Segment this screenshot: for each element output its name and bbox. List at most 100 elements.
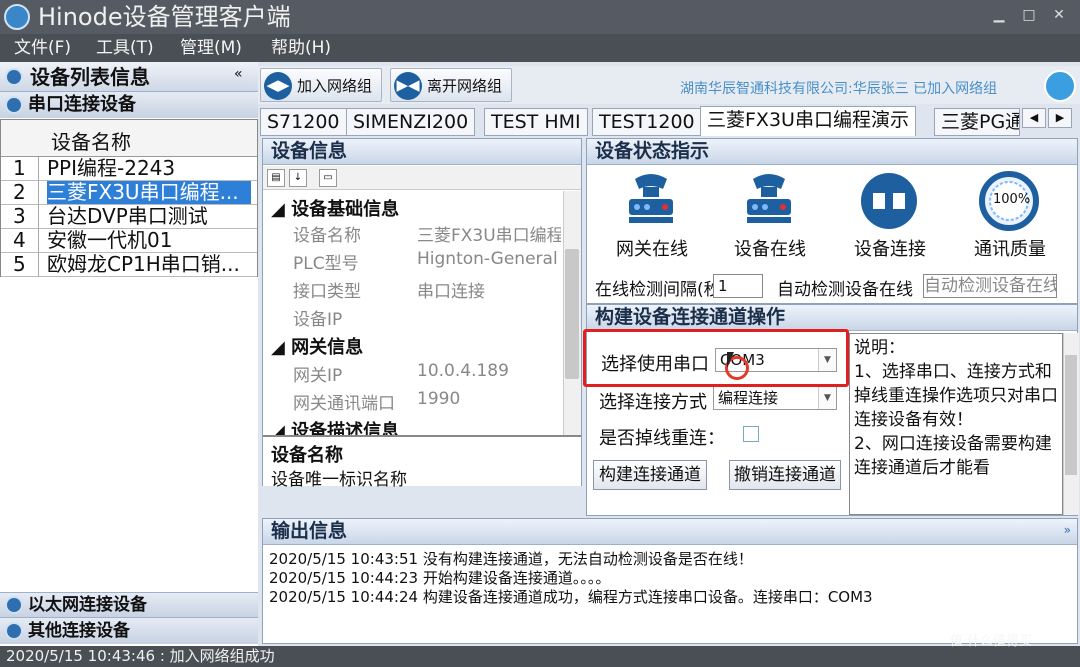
grid-header: 设备名称: [1, 120, 257, 157]
build-channel-title: 构建设备连接通道操作: [587, 305, 1077, 331]
device-list-title: 设备列表信息: [30, 65, 150, 89]
leave-group-button[interactable]: ▶◀ 离开网络组: [390, 68, 512, 102]
interval-label: 在线检测间隔(秒): [595, 280, 713, 300]
other-section-label: 其他连接设备: [28, 621, 130, 641]
tab-s71200[interactable]: S71200: [260, 108, 347, 136]
interval-input[interactable]: 1: [713, 274, 763, 298]
table-row[interactable]: 5 欧姆龙CP1H串口销...: [1, 253, 257, 277]
maximize-button[interactable]: □: [1020, 6, 1038, 24]
prop-value[interactable]: 串口连接: [417, 277, 561, 302]
category-basic-label: 设备基础信息: [291, 199, 400, 220]
list-icon: [5, 68, 23, 86]
device-info-panel: 设备信息 ▤ ↓ ▭ ◢ 设备基础信息 设备名称 三菱FX3U串口编程演示 PL…: [262, 138, 582, 490]
menu-tools[interactable]: 工具(T): [96, 34, 154, 62]
property-pages-icon[interactable]: ▭: [319, 169, 337, 187]
build-channel-button[interactable]: 构建连接通道: [593, 460, 707, 490]
device-grid: 设备名称 1 PPI编程-2243 2 三菱FX3U串口编程... 3 台达DV…: [0, 119, 258, 277]
log-line: 2020/5/15 10:43:51 没有构建连接通道，无法自动检测设备是否在线…: [269, 550, 753, 568]
leave-label: 离开网络组: [427, 77, 503, 95]
chevron-down-icon[interactable]: »: [1064, 523, 1071, 537]
prop-key: 设备名称: [293, 226, 361, 246]
prop-key: 网关IP: [293, 366, 343, 386]
sort-az-icon[interactable]: ↓: [289, 169, 307, 187]
device-online-indicator: 设备在线: [717, 171, 817, 261]
row-number: 1: [1, 157, 39, 181]
device-list-header: 设备列表信息 «: [0, 62, 258, 92]
categorized-icon[interactable]: ▤: [267, 169, 285, 187]
other-section-header[interactable]: 其他连接设备: [0, 617, 258, 644]
prop-value[interactable]: 三菱FX3U串口编程演示: [417, 221, 561, 246]
app-logo-icon: [4, 4, 30, 30]
category-gateway[interactable]: ◢ 网关信息: [271, 333, 363, 359]
category-basic[interactable]: ◢ 设备基础信息: [271, 195, 399, 221]
menu-file[interactable]: 文件(F): [14, 34, 71, 62]
join-group-button[interactable]: ◀▶ 加入网络组: [260, 68, 382, 102]
table-row[interactable]: 1 PPI编程-2243: [1, 157, 257, 181]
prop-key: PLC型号: [293, 254, 359, 274]
menu-help[interactable]: 帮助(H): [271, 34, 331, 62]
menu-manage[interactable]: 管理(M): [180, 34, 242, 62]
chevron-down-icon: [5, 596, 23, 614]
tab-mitsubishi-pg[interactable]: 三菱PG通: [934, 108, 1020, 136]
description-text: 设备唯一标识名称: [271, 470, 407, 490]
log-line: 2020/5/15 10:44:23 开始构建设备连接通道。。。。: [269, 569, 611, 587]
row-device-name: 台达DVP串口测试: [47, 204, 208, 228]
chevron-up-icon: [5, 96, 23, 114]
row-device-name: 安徽一代机01: [47, 228, 173, 252]
tab-test1200[interactable]: TEST1200: [592, 108, 702, 136]
method-select-value: 编程连接: [718, 389, 779, 407]
connection-plug-icon: [861, 173, 917, 229]
toolbar: ◀▶ 加入网络组 ▶◀ 离开网络组 湖南华辰智通科技有限公司:华辰张三 已加入网…: [258, 66, 1080, 104]
menu-bar: 文件(F) 工具(T) 管理(M) 帮助(H): [0, 34, 1080, 62]
serial-section-header[interactable]: 串口连接设备: [0, 92, 258, 118]
status-panel: 设备状态指示 网关在线 设备在线 设备连接 100% 通讯质量 在线检测间隔(秒…: [586, 138, 1078, 304]
collapse-triangle-icon: ◢: [271, 337, 292, 358]
device-online-label: 设备在线: [734, 239, 806, 260]
method-select[interactable]: 编程连接 ▼: [713, 386, 837, 410]
gateway-online-label: 网关在线: [616, 239, 688, 260]
tab-scroll-right-button[interactable]: ▶: [1048, 108, 1072, 128]
collapse-triangle-icon: ◢: [271, 199, 292, 220]
note-scroll-thumb[interactable]: [1065, 355, 1077, 475]
close-button[interactable]: ✕: [1050, 6, 1068, 24]
tab-scroll-left-button[interactable]: ◀: [1022, 108, 1046, 128]
cancel-channel-button[interactable]: 撤销连接通道: [729, 460, 841, 490]
property-scroll-thumb[interactable]: [565, 249, 579, 379]
prop-value[interactable]: 1990: [417, 389, 561, 409]
device-list-panel: 设备列表信息 « 串口连接设备 设备名称 1 PPI编程-2243 2 三菱FX…: [0, 62, 258, 646]
leave-icon: ▶◀: [394, 72, 422, 100]
row-number: 5: [1, 253, 39, 277]
row-number: 2: [1, 181, 39, 205]
device-tabs: S71200 SIMENZI200 TEST HMI TEST1200 三菱FX…: [258, 106, 1080, 136]
category-description[interactable]: ◢ 设备描述信息: [271, 417, 399, 435]
grid-header-label[interactable]: 设备名称: [51, 126, 131, 155]
status-title: 设备状态指示: [587, 139, 1077, 165]
ethernet-section-header[interactable]: 以太网连接设备: [0, 592, 258, 617]
tab-simenzi200[interactable]: SIMENZI200: [346, 108, 476, 136]
description-title: 设备名称: [271, 445, 343, 466]
prop-value[interactable]: 10.0.4.189: [417, 361, 561, 381]
table-row-selected[interactable]: 2 三菱FX3U串口编程...: [1, 181, 257, 205]
reconnect-checkbox[interactable]: [743, 426, 759, 442]
window-title: Hinode设备管理客户端: [38, 3, 291, 31]
collapse-panel-button[interactable]: «: [234, 66, 243, 82]
minimize-button[interactable]: ▁: [990, 6, 1008, 24]
prop-value[interactable]: Hignton-General: [417, 249, 561, 269]
device-connect-indicator: 设备连接: [837, 171, 937, 261]
user-avatar-icon[interactable]: [1044, 70, 1076, 102]
note-text: 说明： 1、选择串口、连接方式和掉线重连操作选项只对串口连接设备有效！ 2、网口…: [849, 333, 1063, 515]
status-bar: 2020/5/15 10:43:46 : 加入网络组成功: [0, 646, 1080, 667]
quality-percent: 100%: [993, 192, 1031, 207]
row-device-name: PPI编程-2243: [47, 156, 176, 180]
table-row[interactable]: 3 台达DVP串口测试: [1, 205, 257, 229]
ethernet-section-label: 以太网连接设备: [28, 595, 147, 615]
table-row[interactable]: 4 安徽一代机01: [1, 229, 257, 253]
tab-test-hmi[interactable]: TEST HMI: [484, 108, 588, 136]
tab-mitsubishi-fx3u[interactable]: 三菱FX3U串口编程演示: [700, 106, 916, 136]
auto-detect-field[interactable]: 自动检测设备在线: [923, 274, 1057, 298]
note-content: 说明： 1、选择串口、连接方式和掉线重连操作选项只对串口连接设备有效！ 2、网口…: [854, 338, 1058, 478]
build-options: 选择使用串口 COM3 ▼ 选择连接方式 编程连接 ▼ 是否掉线重连： 构建连接…: [583, 329, 849, 517]
reconnect-label: 是否掉线重连：: [599, 428, 725, 449]
chevron-down-icon[interactable]: ▼: [818, 387, 836, 409]
gateway-router-icon: [629, 174, 673, 223]
